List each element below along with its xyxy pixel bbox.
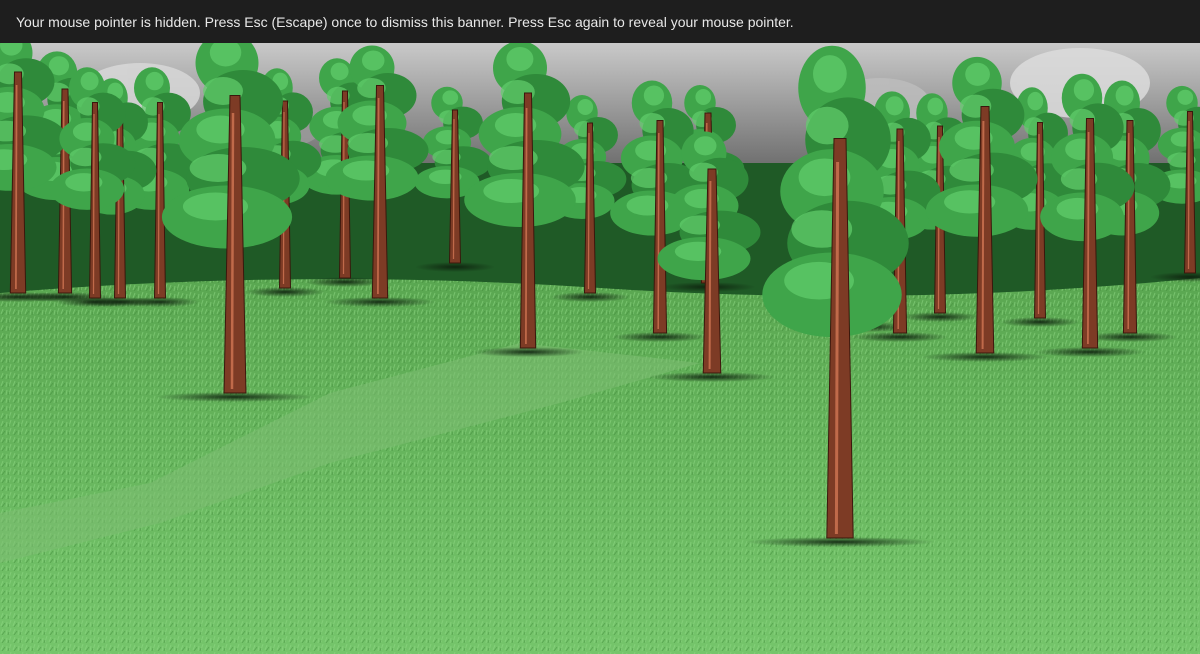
tree-foliage-highlight [927,97,944,116]
game-viewport[interactable] [0,43,1200,654]
tree-trunk-highlight [587,132,590,290]
tree-trunk-highlight [1127,132,1130,330]
tree-trunk-highlight [834,161,840,535]
tree-trunk-highlight [157,113,160,295]
tree-foliage-highlight [885,96,904,116]
tree-trunk-highlight [230,112,235,390]
banner-message: Your mouse pointer is hidden. Press Esc … [16,13,794,30]
tree-trunk-highlight [92,113,95,295]
grass-texture [0,278,1200,654]
tree-trunk-highlight [15,84,18,290]
tree-trunk-highlight [377,97,380,295]
tree-trunk-highlight [1037,133,1040,315]
tree-foliage-highlight [695,89,712,105]
tree-foliage-highlight [362,50,385,71]
tree-foliage-highlight [813,55,847,93]
tree-foliage-highlight [643,85,665,106]
tree-trunk-highlight [981,120,985,350]
tree-foliage-highlight [965,62,990,86]
tree-trunk-highlight [1087,131,1090,345]
tree-trunk-highlight [708,180,712,370]
tree-foliage-highlight [506,47,534,71]
tree-trunk-highlight [657,132,660,330]
tree-foliage-highlight [1027,91,1044,111]
pointer-lock-banner: Your mouse pointer is hidden. Press Esc … [0,0,1200,43]
tree-foliage-highlight [330,62,349,81]
tree-foliage-highlight [80,71,99,91]
tree-foliage-highlight [1115,85,1134,106]
tree-foliage-highlight [1073,79,1095,101]
tree-foliage-highlight [694,136,717,156]
tree-foliage-highlight [442,90,459,105]
tree-foliage-highlight [1177,89,1194,105]
tree-foliage-highlight [145,71,164,91]
tree-trunk-highlight [452,118,455,260]
tree-trunk-highlight [525,107,528,345]
tree-trunk-highlight [1187,120,1190,270]
tree-foliage-highlight [577,99,594,115]
